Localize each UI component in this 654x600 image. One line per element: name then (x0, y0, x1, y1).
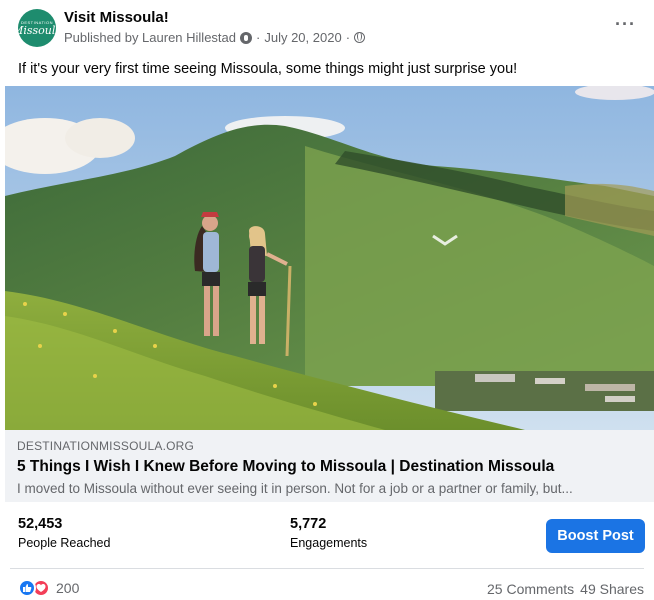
post-meta: Published by Lauren Hillestad · July 20,… (64, 30, 366, 45)
shares-count-link[interactable]: 49 Shares (580, 581, 644, 597)
avatar-big-text: Missoula (18, 23, 56, 37)
reach-label: People Reached (18, 536, 111, 550)
link-title[interactable]: 5 Things I Wish I Knew Before Moving to … (17, 458, 554, 476)
post-image[interactable] (5, 86, 654, 430)
mountain-hikers-photo (5, 86, 654, 430)
meta-separator: · (345, 30, 351, 45)
post-insights: 52,453 People Reached 5,772 Engagements … (0, 508, 654, 568)
post-footer: 200 25 Comments 49 Shares (0, 576, 654, 600)
page-avatar[interactable]: DESTINATION Missoula (18, 9, 56, 47)
reach-stat[interactable]: 52,453 People Reached (18, 516, 110, 550)
reactions-summary[interactable]: 200 (18, 579, 79, 597)
post-header: DESTINATION Missoula Visit Missoula! Pub… (0, 0, 654, 56)
engagements-label: Engagements (290, 536, 368, 550)
engagements-value: 5,772 (290, 516, 327, 532)
page-name-link[interactable]: Visit Missoula! (64, 9, 169, 26)
engagement-counts: 25 Comments 49 Shares (487, 581, 644, 597)
boost-post-button[interactable]: Boost Post (546, 519, 645, 553)
link-description: I moved to Missoula without ever seeing … (17, 481, 573, 496)
post-caption: If it's your very first time seeing Miss… (18, 61, 518, 77)
facebook-post: DESTINATION Missoula Visit Missoula! Pub… (0, 0, 654, 600)
post-date[interactable]: July 20, 2020 (264, 30, 341, 45)
globe-icon[interactable] (354, 32, 366, 43)
comments-count-link[interactable]: 25 Comments (487, 581, 574, 597)
divider (10, 568, 644, 569)
person-badge-icon (240, 31, 252, 44)
meta-separator: · (256, 30, 261, 45)
more-options-button[interactable]: ··· (615, 14, 636, 35)
reach-value: 52,453 (18, 516, 63, 532)
like-icon (18, 579, 36, 597)
published-by-text[interactable]: Published by Lauren Hillestad (64, 30, 236, 45)
link-preview[interactable]: DESTINATIONMISSOULA.ORG 5 Things I Wish … (5, 430, 654, 502)
link-domain: DESTINATIONMISSOULA.ORG (17, 439, 195, 453)
reactions-count: 200 (56, 580, 80, 596)
engagements-stat[interactable]: 5,772 Engagements (290, 516, 367, 550)
